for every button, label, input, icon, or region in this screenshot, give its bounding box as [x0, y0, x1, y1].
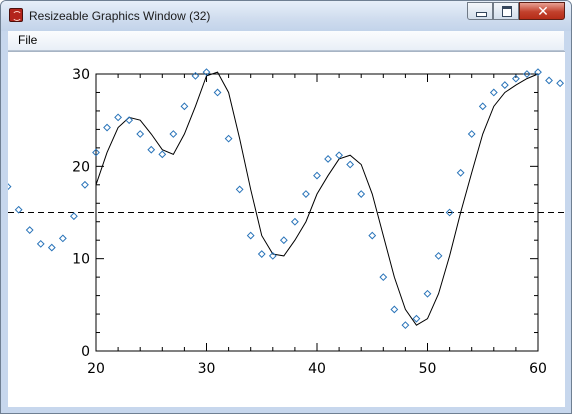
data-point-marker: [81, 180, 89, 189]
data-point-marker: [147, 145, 156, 154]
data-point-marker: [302, 190, 310, 198]
x-tick-label: 50: [419, 361, 437, 377]
data-point-marker: [257, 250, 266, 258]
data-point-marker: [368, 231, 377, 240]
menu-bar: File: [8, 31, 564, 51]
data-point-marker: [136, 130, 145, 138]
data-point-marker: [545, 76, 553, 85]
data-point-marker: [47, 243, 56, 252]
minimize-button[interactable]: [467, 2, 493, 20]
menu-file[interactable]: File: [16, 33, 39, 48]
data-point-marker: [500, 81, 509, 89]
data-point-marker: [36, 239, 45, 248]
data-point-marker: [14, 205, 23, 214]
data-point-marker: [423, 289, 432, 298]
data-point-marker: [456, 168, 465, 177]
data-point-marker: [8, 183, 12, 191]
data-point-marker: [489, 88, 498, 97]
graphics-canvas[interactable]: 20 30 40 50 60 0 10 20 30: [8, 51, 565, 407]
idl-app-icon[interactable]: [9, 8, 23, 22]
data-point-marker: [290, 217, 299, 226]
maximize-button[interactable]: [493, 2, 519, 20]
data-point-marker: [379, 273, 388, 282]
data-point-marker: [313, 171, 321, 180]
close-icon: ✕: [537, 3, 549, 19]
data-point-marker: [478, 102, 487, 111]
y-tick-label: 0: [81, 344, 90, 360]
data-point-marker: [335, 151, 344, 160]
app-window: Resizeable Graphics Window (32) ✕ File 2…: [0, 0, 572, 414]
y-tick-label: 30: [72, 67, 90, 83]
y-tick-label: 20: [72, 159, 90, 175]
data-point-marker: [467, 130, 476, 138]
data-line: [95, 71, 539, 326]
x-tick-label: 40: [308, 361, 326, 377]
window-title: Resizeable Graphics Window (32): [29, 9, 211, 23]
data-point-marker: [114, 113, 123, 122]
data-point-marker: [158, 150, 167, 159]
data-point-marker: [401, 321, 410, 330]
data-point-marker: [58, 234, 67, 243]
data-point-marker: [390, 305, 399, 314]
y-tick-label: 10: [72, 252, 90, 268]
x-tick-label: 20: [87, 361, 105, 377]
plot: 20 30 40 50 60 0 10 20 30: [8, 67, 565, 377]
data-point-marker: [324, 155, 332, 163]
data-point-marker: [246, 231, 255, 240]
minimize-icon: [476, 12, 487, 17]
data-point-marker: [346, 160, 355, 169]
data-point-marker: [69, 212, 78, 221]
data-point-marker: [434, 251, 443, 260]
title-bar[interactable]: Resizeable Graphics Window (32) ✕: [1, 1, 571, 31]
data-point-marker: [412, 314, 421, 323]
data-point-marker: [213, 88, 222, 97]
data-point-marker: [279, 236, 288, 245]
data-point-marker: [180, 102, 189, 111]
data-point-marker: [25, 226, 34, 234]
data-point-marker: [357, 190, 366, 198]
data-point-marker: [224, 134, 233, 143]
data-point-marker: [235, 185, 244, 194]
data-point-marker: [103, 123, 111, 132]
x-tick-label: 60: [529, 361, 547, 377]
data-point-marker: [169, 130, 178, 138]
data-point-marker: [556, 79, 565, 88]
x-tick-label: 30: [198, 361, 216, 377]
maximize-icon: [502, 6, 512, 17]
close-button[interactable]: ✕: [519, 2, 565, 20]
